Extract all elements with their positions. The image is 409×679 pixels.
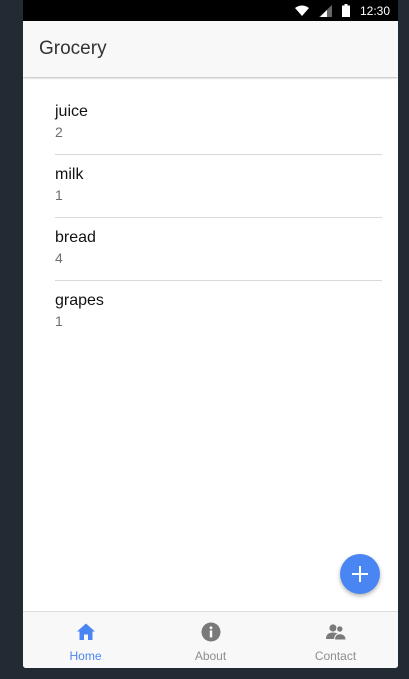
app-bar: Grocery xyxy=(23,21,398,77)
signal-icon xyxy=(318,4,332,17)
list-item[interactable]: juice 2 xyxy=(55,92,382,155)
page-title: Grocery xyxy=(39,38,107,59)
bottom-tab-bar: Home About Contact xyxy=(23,611,398,668)
tab-label: Contact xyxy=(314,649,357,663)
phone-screen: 12:30 Grocery juice 2 milk 1 bread 4 gra… xyxy=(23,0,398,668)
tab-label: Home xyxy=(69,649,102,663)
tab-contact[interactable]: Contact xyxy=(273,612,398,668)
list-item[interactable]: grapes 1 xyxy=(55,281,382,343)
list-item[interactable]: bread 4 xyxy=(55,218,382,281)
grocery-list: juice 2 milk 1 bread 4 grapes 1 xyxy=(55,92,382,343)
list-item[interactable]: milk 1 xyxy=(55,155,382,218)
tab-about[interactable]: About xyxy=(148,612,273,668)
item-quantity: 4 xyxy=(55,250,63,266)
item-name: milk xyxy=(55,166,84,183)
wifi-icon xyxy=(294,5,309,16)
tab-label: About xyxy=(194,649,227,663)
item-quantity: 1 xyxy=(55,313,63,329)
item-quantity: 2 xyxy=(55,124,63,140)
item-name: juice xyxy=(55,103,88,120)
item-name: grapes xyxy=(55,292,104,309)
tab-home[interactable]: Home xyxy=(23,612,148,668)
status-icons: 12:30 xyxy=(294,3,390,18)
home-icon xyxy=(76,623,95,640)
status-time: 12:30 xyxy=(359,3,390,18)
info-icon xyxy=(201,622,220,642)
plus-icon xyxy=(352,566,368,582)
add-item-button[interactable] xyxy=(340,554,380,594)
item-name: bread xyxy=(55,229,96,246)
screen-frame: 12:30 Grocery juice 2 milk 1 bread 4 gra… xyxy=(0,0,409,679)
status-bar: 12:30 xyxy=(23,0,398,21)
battery-icon xyxy=(341,4,350,17)
contacts-icon xyxy=(325,624,346,641)
item-quantity: 1 xyxy=(55,187,63,203)
